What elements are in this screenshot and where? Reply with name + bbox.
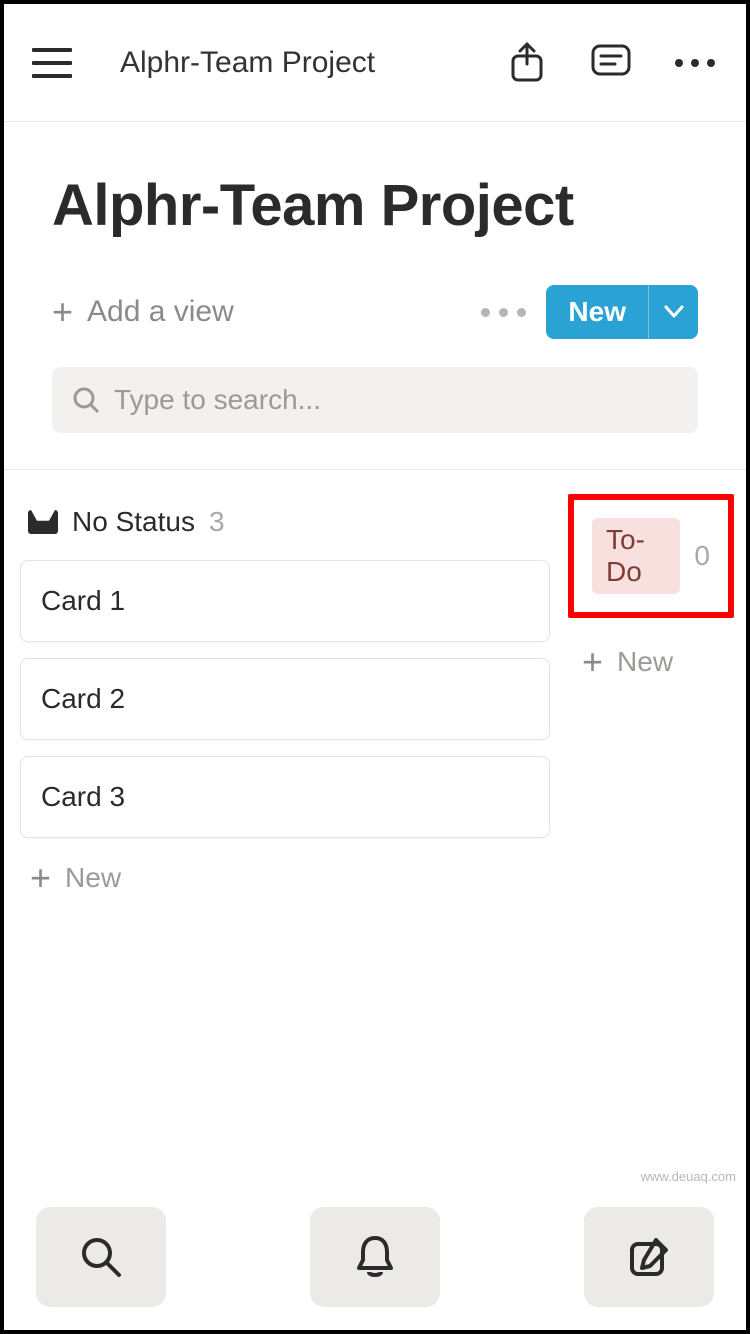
board-card[interactable]: Card 1 [20,560,550,642]
column-count: 3 [209,506,225,538]
search-button[interactable] [36,1207,166,1307]
chevron-down-icon[interactable] [648,285,698,339]
view-row: + Add a view New [52,285,698,339]
bell-icon [355,1234,395,1280]
share-icon[interactable] [504,40,550,86]
board: No Status 3 Card 1 Card 2 Card 3 + New T… [4,469,746,896]
compose-button[interactable] [584,1207,714,1307]
top-bar: Alphr-Team Project [4,4,746,122]
bottom-bar [8,1188,742,1326]
new-button-label: New [546,285,648,339]
column-count: 0 [694,540,710,572]
column-name: No Status [72,506,195,538]
notifications-button[interactable] [310,1207,440,1307]
top-actions [504,40,718,86]
board-column-no-status: No Status 3 Card 1 Card 2 Card 3 + New [20,500,550,896]
annotation-highlight: To-Do 0 [568,494,734,618]
view-more-icon[interactable] [481,308,526,317]
menu-icon[interactable] [32,48,72,78]
add-card-button[interactable]: + New [20,860,550,896]
compose-icon [628,1236,670,1278]
column-status-tag: To-Do [592,518,680,594]
add-view-button[interactable]: + Add a view [52,294,234,330]
watermark: www.deuaq.com [641,1169,736,1184]
board-card[interactable]: Card 2 [20,658,550,740]
inbox-icon [28,510,58,534]
board-column-to-do: To-Do 0 + New [572,500,730,896]
column-header[interactable]: No Status 3 [20,500,550,544]
plus-icon: + [582,644,603,680]
board-card[interactable]: Card 3 [20,756,550,838]
search-icon [72,386,100,414]
comment-icon[interactable] [588,40,634,86]
column-header[interactable]: To-Do 0 [584,512,718,600]
header-title[interactable]: Alphr-Team Project [120,46,375,80]
plus-icon: + [52,294,73,330]
page-title[interactable]: Alphr-Team Project [52,172,698,239]
more-icon[interactable] [672,40,718,86]
add-view-label: Add a view [87,295,234,329]
add-card-button[interactable]: + New [572,644,730,680]
plus-icon: + [30,860,51,896]
add-card-label: New [65,862,121,894]
search-input[interactable] [114,384,678,416]
search-icon [79,1235,123,1279]
new-button[interactable]: New [546,285,698,339]
add-card-label: New [617,646,673,678]
search-box[interactable] [52,367,698,433]
